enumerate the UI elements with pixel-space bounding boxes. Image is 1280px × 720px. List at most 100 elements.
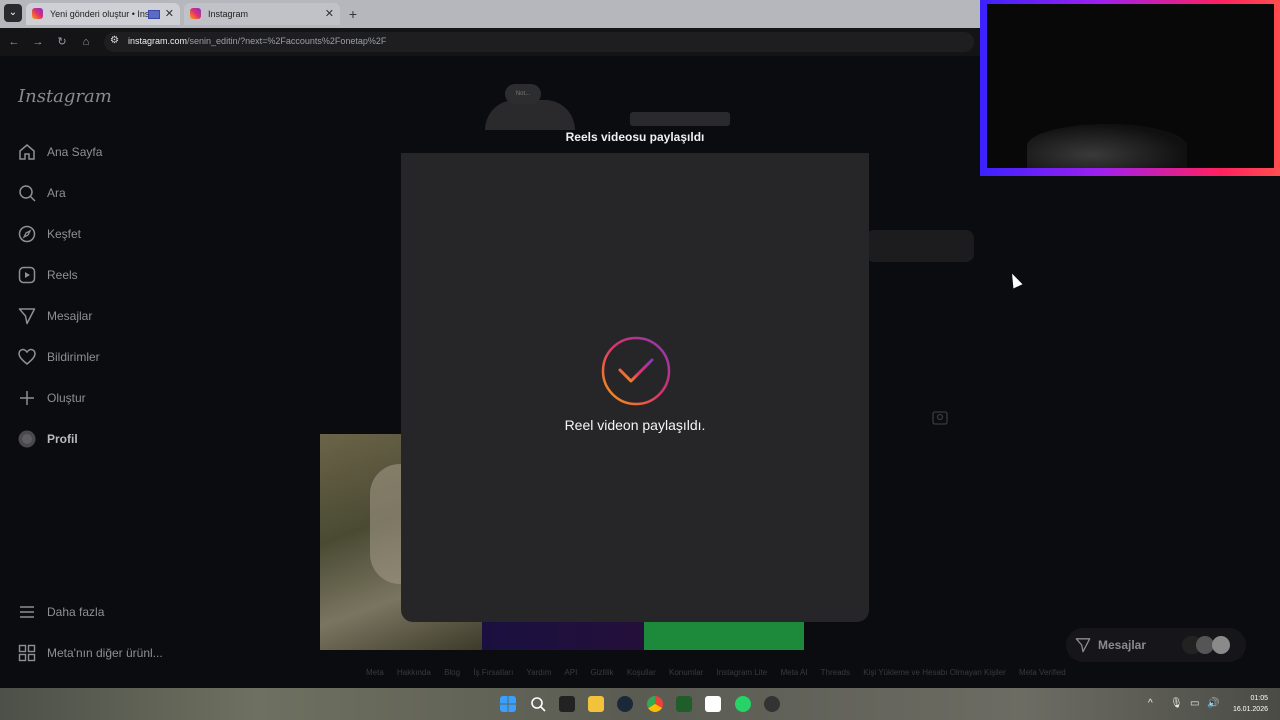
tray-overflow-icon[interactable]: ^: [1148, 698, 1153, 709]
avatar: [1212, 636, 1230, 654]
microphone-icon[interactable]: 🎙: [1170, 698, 1183, 709]
footer-link[interactable]: Threads: [821, 668, 850, 677]
sidebar-item-label: Keşfet: [47, 227, 82, 241]
footer-link[interactable]: Meta AI: [780, 668, 807, 677]
success-check-icon: [601, 336, 671, 406]
mouse-cursor: [1007, 271, 1023, 289]
file-explorer-icon[interactable]: [588, 696, 604, 712]
tab-title: Instagram: [208, 9, 249, 19]
search-icon: [19, 185, 36, 202]
sidebar-item-label: Bildirimler: [47, 350, 100, 364]
tab-search-button[interactable]: ⌄: [4, 4, 22, 22]
sidebar-item-label: Meta'nın diğer ürünl...: [47, 646, 163, 660]
url-path: /senin_editin/?next=%2Faccounts%2Fonetap…: [187, 36, 387, 46]
network-icon[interactable]: ▭: [1190, 698, 1199, 709]
menu-icon: [20, 606, 34, 618]
footer-link[interactable]: Meta: [366, 668, 384, 677]
sidebar-item-label: Daha fazla: [47, 605, 105, 619]
tab-instagram[interactable]: Instagram ✕: [184, 3, 340, 25]
picture-in-picture-icon[interactable]: [148, 10, 160, 19]
send-icon: [18, 308, 36, 325]
close-tab-icon[interactable]: ✕: [165, 3, 174, 25]
instagram-logo[interactable]: Instagram: [18, 86, 112, 107]
profile-avatar-bg: [485, 100, 575, 130]
obs-icon[interactable]: [764, 696, 780, 712]
send-icon: [1075, 638, 1091, 653]
home-icon[interactable]: ⌂: [78, 34, 94, 50]
back-arrow-icon[interactable]: ←: [6, 34, 22, 50]
sidebar-item-label: Ana Sayfa: [47, 145, 103, 159]
url-text: instagram.com/senin_editin/?next=%2Facco…: [128, 36, 386, 46]
tab-title: Yeni gönderi oluştur • Insta: [50, 9, 157, 19]
sidebar-item-search[interactable]: Ara: [18, 182, 188, 206]
instagram-favicon-icon: [190, 8, 201, 19]
footer-link[interactable]: Koşullar: [627, 668, 656, 677]
sidebar-item-label: Profil: [47, 432, 78, 446]
footer-link[interactable]: Hakkında: [397, 668, 431, 677]
success-message: Reel videon paylaşıldı.: [564, 417, 706, 433]
footer-link[interactable]: Meta Verified: [1019, 668, 1066, 677]
address-toolbar: ← → ↻ ⌂ ⚙ instagram.com/senin_editin/?ne…: [0, 28, 980, 56]
reload-icon[interactable]: ↻: [54, 34, 70, 50]
sidebar-item-label: Oluştur: [47, 391, 86, 405]
site-info-icon[interactable]: ⚙: [110, 35, 119, 46]
footer-link[interactable]: Yardım: [526, 668, 551, 677]
heart-icon: [18, 348, 36, 365]
windows-taskbar: ^ 🎙 ▭ 🔊 01:05 16.01.2026: [0, 688, 1280, 720]
footer-link[interactable]: API: [564, 668, 577, 677]
messages-floating-button[interactable]: Mesajlar: [1066, 628, 1246, 662]
profile-note-bubble: Not...: [505, 84, 541, 104]
steam-icon[interactable]: [617, 696, 633, 712]
profile-action-button-bg: [866, 230, 974, 262]
modal-title: Reels videosu paylaşıldı: [565, 130, 705, 144]
tab-new-post[interactable]: Yeni gönderi oluştur • Insta ✕: [26, 3, 180, 25]
instagram-sidebar: Instagram Ana Sayfa Ara Keşfet Reels Mes…: [0, 56, 200, 688]
whatsapp-icon[interactable]: [735, 696, 751, 712]
system-clock[interactable]: 01:05 16.01.2026: [1226, 693, 1268, 715]
sidebar-item-label: Ara: [47, 186, 66, 200]
share-success-modal: Reel videon paylaşıldı.: [401, 153, 869, 622]
terminal-icon[interactable]: [676, 696, 692, 712]
sidebar-item-home[interactable]: Ana Sayfa: [18, 141, 188, 165]
sidebar-item-label: Reels: [47, 268, 78, 282]
capcut-icon[interactable]: [705, 696, 721, 712]
footer-link[interactable]: Gizlilik: [591, 668, 614, 677]
chrome-icon[interactable]: [647, 696, 663, 712]
sidebar-item-label: Mesajlar: [47, 309, 93, 323]
avatar: [18, 430, 36, 448]
url-host: instagram.com: [128, 36, 188, 46]
sidebar-item-reels[interactable]: Reels: [18, 264, 188, 288]
instagram-favicon-icon: [32, 8, 43, 19]
webcam-feed: [987, 4, 1274, 168]
sidebar-item-explore[interactable]: Keşfet: [18, 223, 188, 247]
post-thumbnail: [482, 622, 644, 650]
sidebar-item-notifications[interactable]: Bildirimler: [18, 346, 188, 370]
sidebar-item-messages[interactable]: Mesajlar: [18, 305, 188, 329]
clock-date: 16.01.2026: [1232, 706, 1268, 713]
new-tab-button[interactable]: +: [344, 5, 362, 23]
close-tab-icon[interactable]: ✕: [325, 3, 334, 25]
footer-link[interactable]: Kişi Yükleme ve Hesabı Olmayan Kişiler: [863, 668, 1006, 677]
search-icon[interactable]: [530, 696, 546, 712]
footer-link[interactable]: Blog: [444, 668, 460, 677]
volume-icon[interactable]: 🔊: [1207, 698, 1219, 709]
clock-time: 01:05: [1250, 695, 1268, 702]
windows-start-icon[interactable]: [500, 696, 516, 712]
epic-games-icon[interactable]: [559, 696, 575, 712]
address-bar[interactable]: ⚙ instagram.com/senin_editin/?next=%2Fac…: [104, 32, 974, 52]
home-icon: [19, 144, 35, 160]
sidebar-item-create[interactable]: Oluştur: [18, 387, 188, 411]
grid-icon: [18, 644, 36, 662]
post-thumbnail: [644, 622, 804, 650]
sidebar-item-profile[interactable]: Profil: [18, 428, 188, 452]
sidebar-item-more[interactable]: Daha fazla: [18, 601, 188, 625]
forward-arrow-icon[interactable]: →: [30, 34, 46, 50]
footer-link[interactable]: İş Fırsatları: [473, 668, 513, 677]
profile-username-bg: [630, 112, 730, 126]
tagged-icon: [932, 411, 948, 425]
footer-link[interactable]: Instagram Lite: [717, 668, 768, 677]
messages-label: Mesajlar: [1098, 638, 1147, 652]
sidebar-item-meta-products[interactable]: Meta'nın diğer ürünl...: [18, 642, 188, 666]
webcam-person: [1027, 124, 1187, 168]
footer-link[interactable]: Konumlar: [669, 668, 703, 677]
